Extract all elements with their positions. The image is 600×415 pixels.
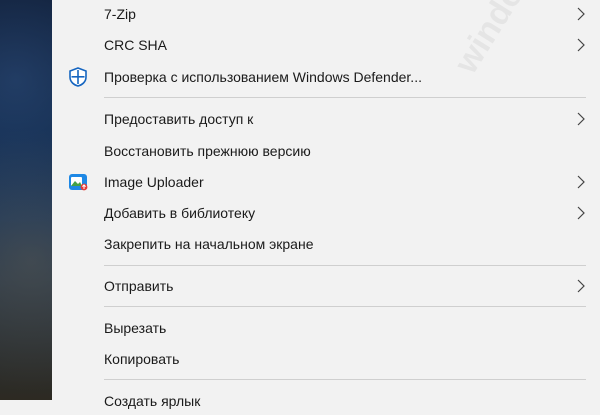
menu-item-label: Отправить (104, 277, 174, 294)
menu-item-pin-to-start[interactable]: Закрепить на начальном экране (52, 229, 600, 258)
menu-separator (104, 97, 586, 98)
menu-item-windows-defender[interactable]: Проверка с использованием Windows Defend… (52, 62, 600, 91)
menu-item-label: Image Uploader (104, 173, 204, 190)
menu-item-label: 7-Zip (104, 5, 136, 22)
menu-item-image-uploader[interactable]: Image Uploader (52, 167, 600, 196)
menu-item-add-to-library[interactable]: Добавить в библиотеку (52, 198, 600, 227)
context-menu: 7-Zip CRC SHA Проверка с использованием … (52, 0, 600, 409)
menu-item-send-to[interactable]: Отправить (52, 271, 600, 300)
menu-separator (104, 379, 586, 380)
desktop-background (0, 0, 52, 400)
menu-separator (104, 265, 586, 266)
menu-item-label: CRC SHA (104, 36, 168, 53)
menu-item-label: Закрепить на начальном экране (104, 235, 314, 252)
menu-item-label: Предоставить доступ к (104, 110, 254, 127)
menu-item-label: Создать ярлык (104, 392, 201, 409)
menu-item-7zip[interactable]: 7-Zip (52, 0, 600, 28)
menu-item-cut[interactable]: Вырезать (52, 313, 600, 342)
menu-item-create-shortcut[interactable]: Создать ярлык (52, 386, 600, 415)
chevron-right-icon (577, 175, 585, 188)
menu-item-copy[interactable]: Копировать (52, 344, 600, 373)
menu-item-label: Восстановить прежнюю версию (104, 142, 311, 159)
chevron-right-icon (577, 38, 585, 51)
windows-defender-shield-icon (69, 66, 87, 87)
chevron-right-icon (577, 279, 585, 292)
menu-item-label: Вырезать (104, 319, 167, 336)
menu-item-label: Проверка с использованием Windows Defend… (104, 68, 422, 85)
chevron-right-icon (577, 7, 585, 20)
chevron-right-icon (577, 112, 585, 125)
image-uploader-icon (69, 173, 88, 190)
menu-item-restore-previous-version[interactable]: Восстановить прежнюю версию (52, 136, 600, 165)
menu-item-share-with[interactable]: Предоставить доступ к (52, 104, 600, 133)
menu-separator (104, 306, 586, 307)
chevron-right-icon (577, 206, 585, 219)
menu-item-label: Копировать (104, 350, 180, 367)
menu-item-label: Добавить в библиотеку (104, 204, 256, 221)
menu-item-crc-sha[interactable]: CRC SHA (52, 30, 600, 59)
